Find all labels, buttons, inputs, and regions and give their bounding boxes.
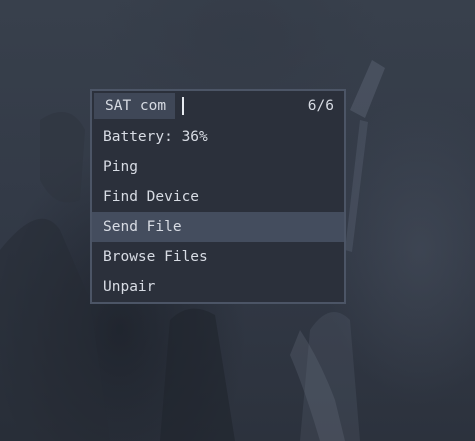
menu-item-unpair[interactable]: Unpair — [92, 272, 344, 302]
menu-item-send-file[interactable]: Send File — [92, 212, 344, 242]
launcher-window: SAT com 6/6 Battery: 36% Ping Find Devic… — [90, 89, 346, 304]
prompt-label: SAT com — [94, 93, 176, 119]
prompt-bar: SAT com 6/6 — [92, 91, 344, 121]
search-input[interactable] — [180, 93, 302, 119]
menu-item-browse-files[interactable]: Browse Files — [92, 242, 344, 272]
menu-item-battery[interactable]: Battery: 36% — [92, 122, 344, 152]
text-cursor — [182, 97, 184, 115]
result-counter: 6/6 — [307, 98, 334, 114]
option-list: Battery: 36% Ping Find Device Send File … — [92, 122, 344, 302]
menu-item-ping[interactable]: Ping — [92, 152, 344, 182]
menu-item-find-device[interactable]: Find Device — [92, 182, 344, 212]
